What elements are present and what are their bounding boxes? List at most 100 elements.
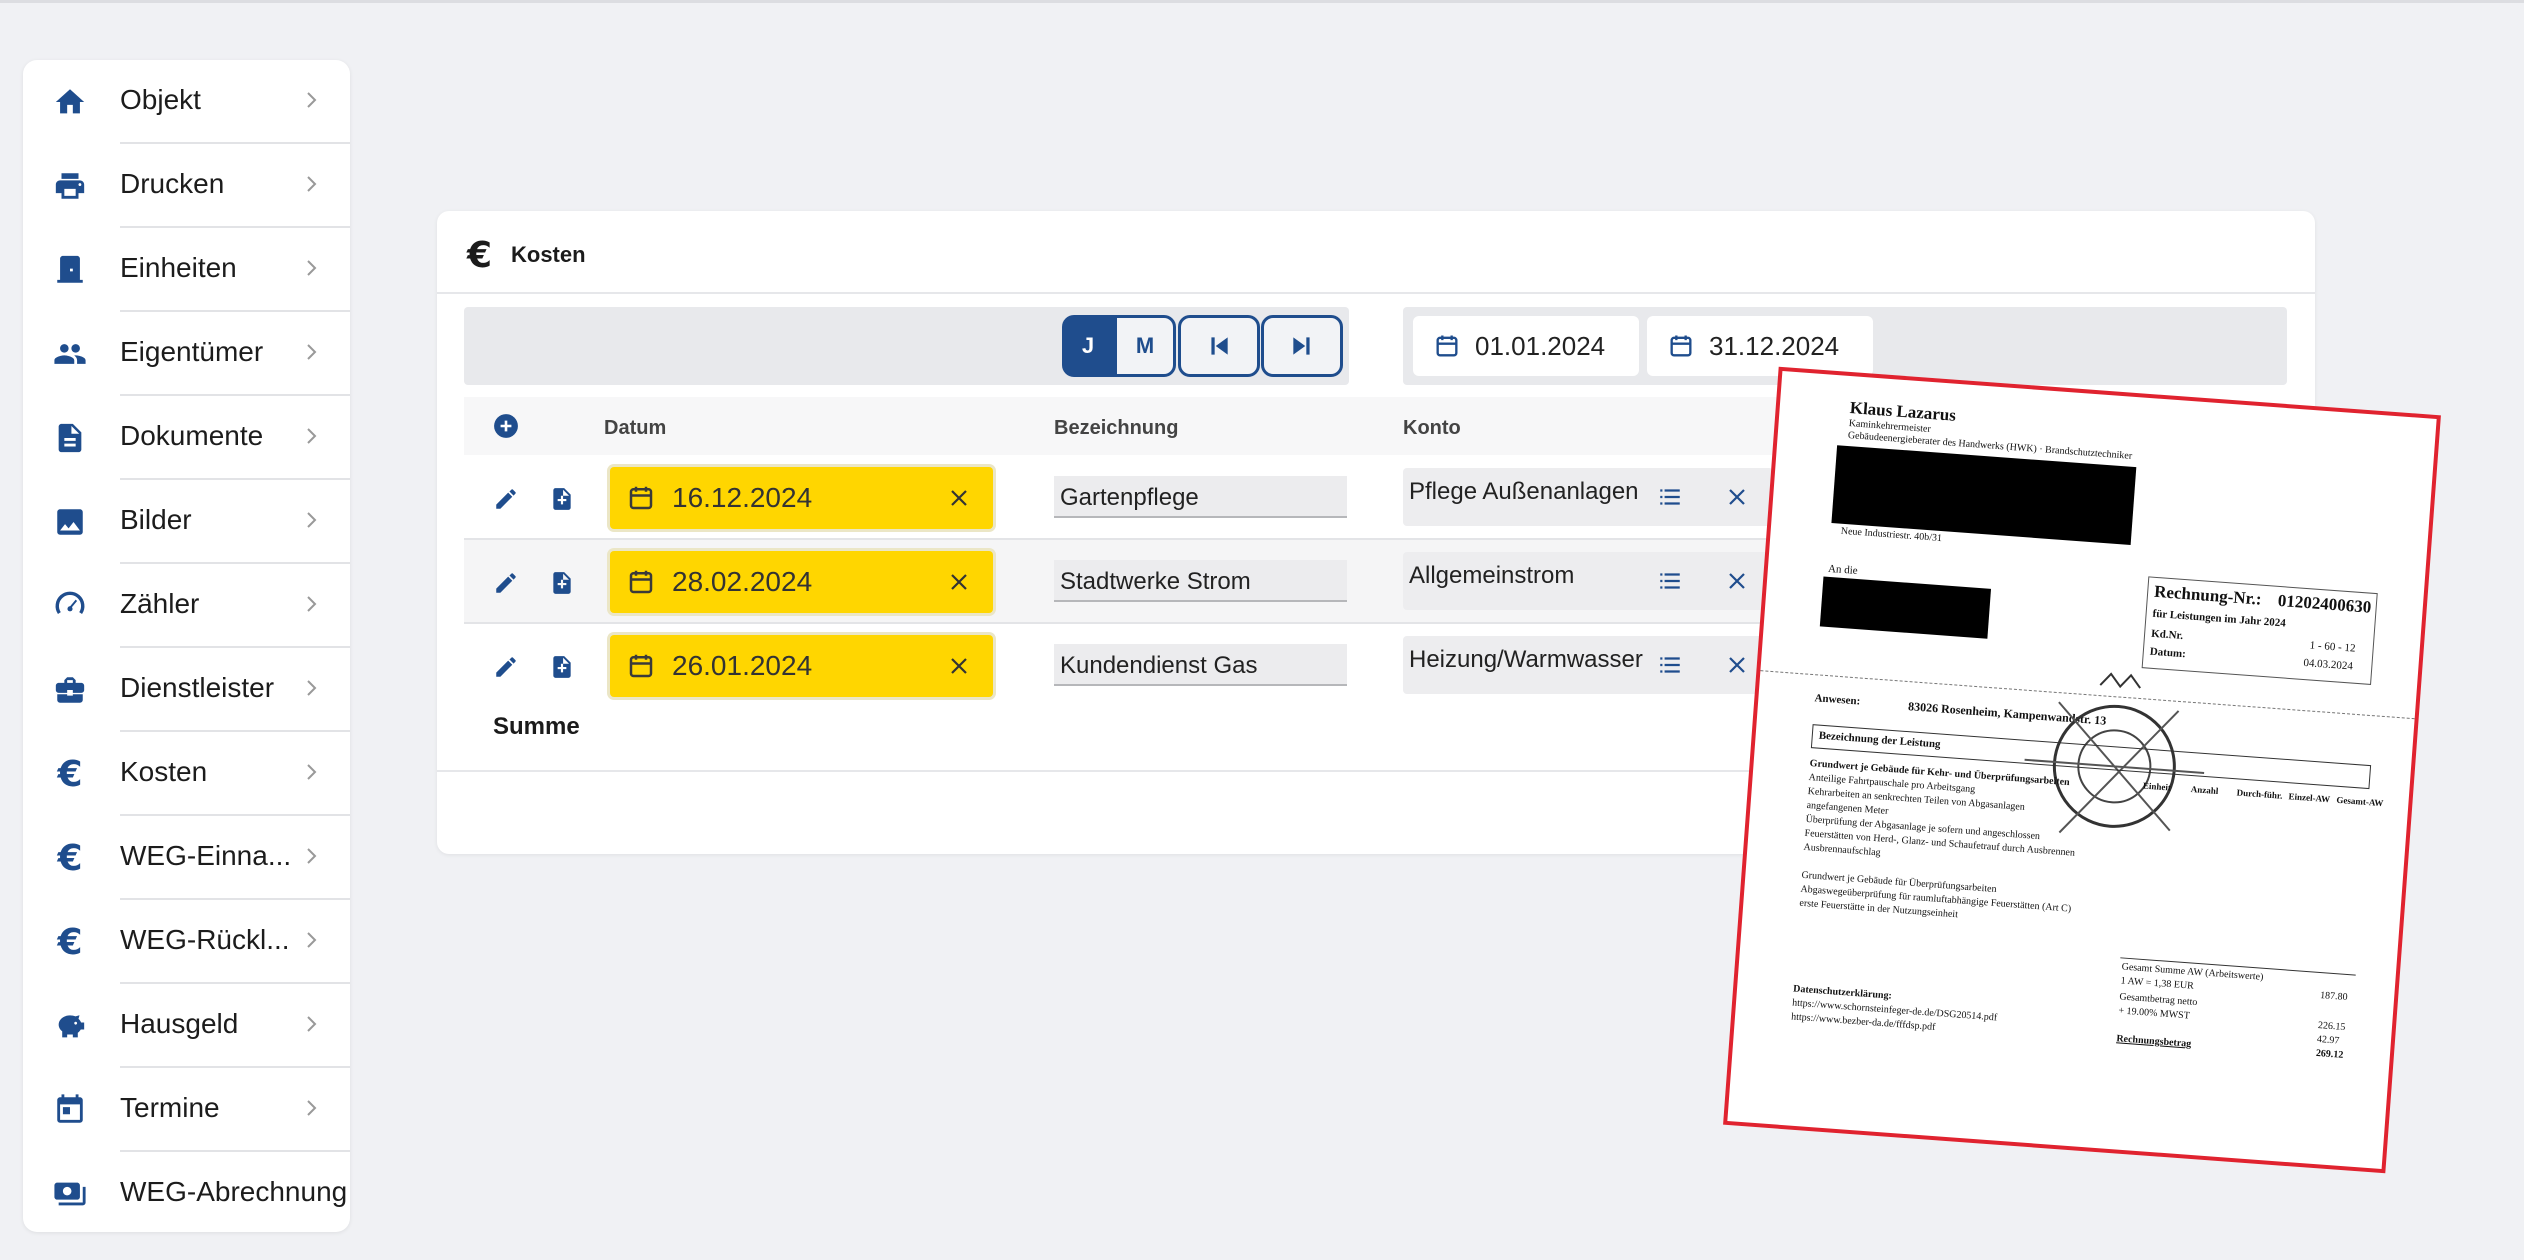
calendar-icon <box>1436 335 1458 357</box>
sidebar-item-dienstleister[interactable]: Dienstleister <box>23 648 350 732</box>
sidebar-item-objekt[interactable]: Objekt <box>23 60 350 144</box>
sidebar-item-label: Dienstleister <box>120 672 275 703</box>
list-icon[interactable] <box>1657 652 1683 678</box>
date-from-field[interactable]: 01.01.2024 <box>1413 316 1639 376</box>
skip-last-icon <box>1293 337 1310 355</box>
sidebar-item-weg-einnahmen[interactable]: € WEG-Einna... <box>23 816 350 900</box>
last-period-button[interactable] <box>1261 315 1343 377</box>
konto-field[interactable]: Pflege Außenanlagen <box>1403 468 1773 526</box>
datum-value: 26.01.2024 <box>672 650 813 681</box>
clear-icon[interactable] <box>1725 569 1749 593</box>
invoice-preview[interactable]: Klaus Lazarus Kaminkehrermeister Gebäude… <box>1723 366 2441 1174</box>
sidebar-item-drucken[interactable]: Drucken <box>23 144 350 228</box>
bezeichnung-input[interactable]: Kundendienst Gas <box>1054 644 1347 686</box>
edit-button[interactable] <box>491 484 521 514</box>
printer-icon <box>50 166 90 206</box>
sidebar-item-label: Drucken <box>120 168 225 199</box>
euro-icon: € <box>57 753 83 795</box>
chevron-right-icon <box>299 88 323 112</box>
sidebar-item-kosten[interactable]: € Kosten <box>23 732 350 816</box>
calendar-icon <box>629 570 653 594</box>
sidebar-item-dokumente[interactable]: Dokumente <box>23 396 350 480</box>
clear-icon[interactable] <box>947 486 971 510</box>
column-header-datum[interactable]: Datum <box>604 417 666 440</box>
datum-field[interactable]: 28.02.2024 <box>610 551 993 613</box>
list-icon[interactable] <box>1657 484 1683 510</box>
sidebar-item-label: WEG-Abrechnung <box>120 1176 348 1207</box>
sidebar-item-label: Dokumente <box>120 420 264 451</box>
document-add-icon <box>553 572 571 594</box>
konto-value: Allgemeinstrom <box>1409 562 1575 589</box>
year-button[interactable]: J <box>1062 315 1114 377</box>
sidebar-item-einheiten[interactable]: Einheiten <box>23 228 350 312</box>
door-icon <box>50 250 90 290</box>
clear-icon[interactable] <box>947 654 971 678</box>
pencil-icon <box>496 489 516 509</box>
calendar-icon <box>50 1090 90 1130</box>
first-period-button[interactable] <box>1178 315 1260 377</box>
edit-button[interactable] <box>491 652 521 682</box>
bezeichnung-input[interactable]: Stadtwerke Strom <box>1054 560 1347 602</box>
chevron-right-icon <box>299 256 323 280</box>
sidebar-item-label: Objekt <box>120 84 201 115</box>
attach-document-button[interactable] <box>547 568 577 598</box>
bezeichnung-input[interactable]: Gartenpflege <box>1054 476 1347 518</box>
top-border <box>0 0 2524 3</box>
home-icon <box>50 82 90 122</box>
chevron-right-icon <box>299 760 323 784</box>
konto-field[interactable]: Heizung/Warmwasser <box>1403 636 1773 694</box>
list-icon[interactable] <box>1657 568 1683 594</box>
sidebar-item-zaehler[interactable]: Zähler <box>23 564 350 648</box>
invoice-number-box: Rechnung-Nr.: 01202400630 für Leistungen… <box>2141 576 2378 685</box>
euro-icon: € <box>57 921 83 963</box>
datum-field[interactable]: 16.12.2024 <box>610 467 993 529</box>
chevron-right-icon <box>299 172 323 196</box>
chevron-right-icon <box>299 676 323 700</box>
redaction-box <box>1819 576 1992 639</box>
date-to-field[interactable]: 31.12.2024 <box>1647 316 1873 376</box>
document-add-icon <box>553 656 571 678</box>
table-header <box>464 397 1964 455</box>
edit-button[interactable] <box>491 568 521 598</box>
column-header-konto[interactable]: Konto <box>1403 417 1461 440</box>
clear-icon[interactable] <box>1725 653 1749 677</box>
sidebar-nav: Objekt Drucken Einheiten Eigentümer Doku… <box>23 60 350 1232</box>
sidebar-item-label: WEG-Rückl... <box>120 924 290 955</box>
chevron-right-icon <box>299 1096 323 1120</box>
euro-icon: € <box>57 837 83 879</box>
sidebar-item-label: Termine <box>120 1092 220 1123</box>
sidebar-item-label: Kosten <box>120 756 208 787</box>
sidebar-item-hausgeld[interactable]: Hausgeld <box>23 984 350 1068</box>
anwesen-label: Anwesen: <box>1814 692 1861 708</box>
chevron-right-icon <box>299 340 323 364</box>
euro-icon: € <box>467 235 493 276</box>
column-header-bezeichnung[interactable]: Bezeichnung <box>1054 417 1178 440</box>
sidebar-item-termine[interactable]: Termine <box>23 1068 350 1152</box>
add-row-button[interactable] <box>491 411 521 441</box>
konto-field[interactable]: Allgemeinstrom <box>1403 552 1773 610</box>
sidebar-item-label: Einheiten <box>120 252 237 283</box>
datum-value: 16.12.2024 <box>672 482 813 513</box>
clear-icon[interactable] <box>947 570 971 594</box>
datum-field[interactable]: 26.01.2024 <box>610 635 993 697</box>
sidebar-item-eigentuemer[interactable]: Eigentümer <box>23 312 350 396</box>
sidebar-item-label: WEG-Einna... <box>120 840 292 871</box>
attach-document-button[interactable] <box>547 484 577 514</box>
piggy-bank-icon <box>50 1006 90 1046</box>
attach-document-button[interactable] <box>547 652 577 682</box>
date-to-value: 31.12.2024 <box>1709 330 1840 361</box>
sidebar-item-weg-ruecklagen[interactable]: € WEG-Rückl... <box>23 900 350 984</box>
sidebar-item-bilder[interactable]: Bilder <box>23 480 350 564</box>
sidebar-item-label: Hausgeld <box>120 1008 239 1039</box>
chevron-right-icon <box>299 844 323 868</box>
clear-icon[interactable] <box>1725 485 1749 509</box>
summe-label: Summe <box>493 713 580 740</box>
sidebar-item-label: Bilder <box>120 504 192 535</box>
chevron-right-icon <box>299 1012 323 1036</box>
month-button[interactable]: M <box>1114 315 1176 377</box>
date-from-value: 01.01.2024 <box>1475 330 1606 361</box>
add-circle-icon <box>494 414 518 438</box>
skip-first-icon <box>1211 337 1228 355</box>
document-icon <box>50 418 90 458</box>
sidebar-item-weg-abrechnung[interactable]: WEG-Abrechnung <box>23 1152 350 1236</box>
